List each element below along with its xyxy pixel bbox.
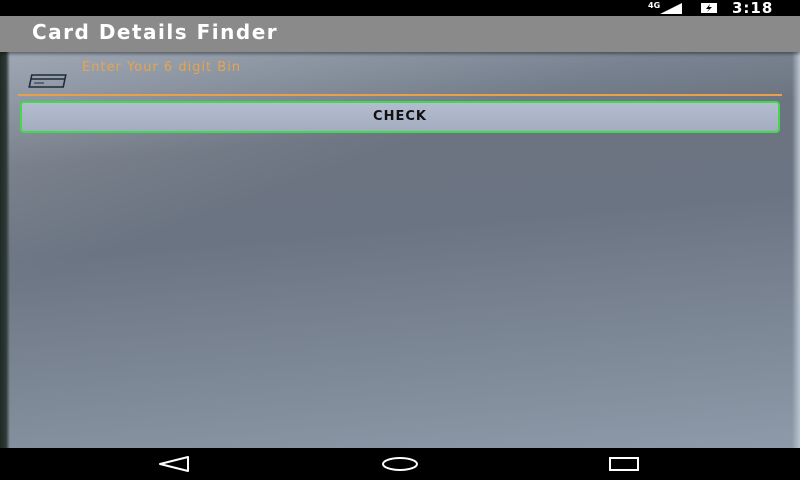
app-bar: Card Details Finder — [0, 16, 800, 52]
check-button[interactable]: CHECK — [20, 101, 780, 133]
back-icon[interactable] — [158, 456, 190, 472]
app-title: Card Details Finder — [32, 20, 279, 44]
home-icon[interactable] — [381, 456, 419, 472]
network-type: 4G — [648, 1, 661, 10]
status-bar: 4G 3:18 — [0, 0, 800, 17]
left-edge-shadow — [0, 52, 10, 448]
bin-input-underline — [18, 94, 782, 96]
signal-icon — [660, 3, 682, 14]
credit-card-icon — [28, 74, 67, 88]
battery-icon — [701, 3, 717, 13]
clock: 3:18 — [732, 0, 774, 17]
right-edge-highlight — [792, 52, 800, 448]
main-content: CHECK — [0, 52, 800, 448]
recents-icon[interactable] — [608, 456, 640, 472]
navigation-bar — [0, 448, 800, 480]
bin-input[interactable] — [80, 54, 784, 80]
